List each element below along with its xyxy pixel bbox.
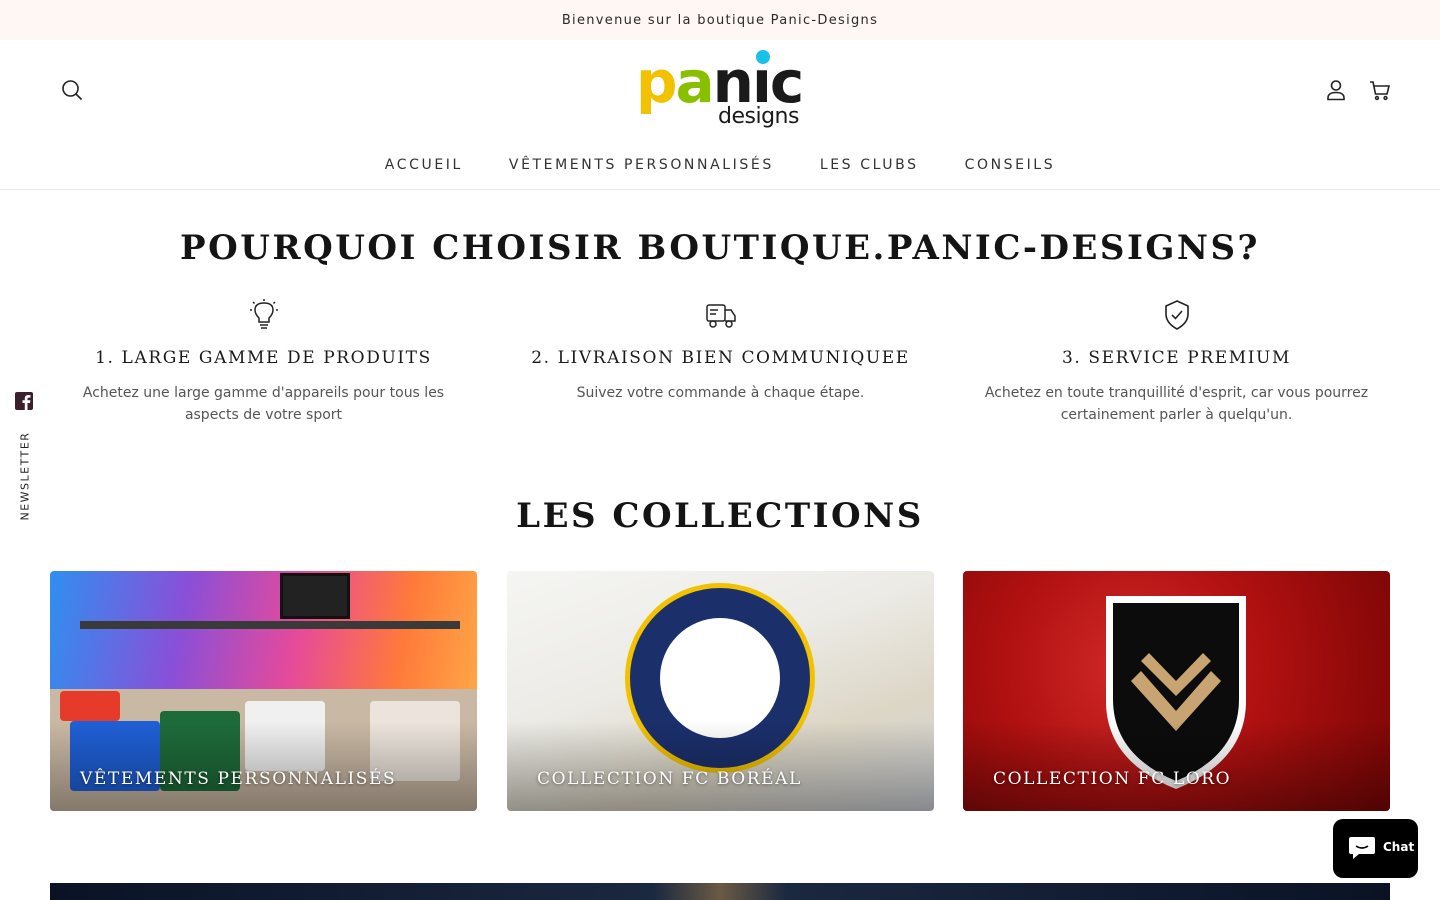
card-shade xyxy=(507,721,934,811)
newsletter-tab[interactable]: NEWSLETTER xyxy=(17,432,33,522)
lightbulb-icon xyxy=(249,299,278,329)
feature-text: Achetez une large gamme d'appareils pour… xyxy=(82,385,445,423)
card-image-shelf xyxy=(80,621,460,629)
card-image-shirt xyxy=(60,691,120,721)
facebook-icon[interactable] xyxy=(15,392,33,410)
feature-text: Achetez en toute tranquillité d'esprit, … xyxy=(984,385,1369,423)
user-icon[interactable] xyxy=(1324,78,1348,102)
hero-banner xyxy=(50,883,1390,900)
chat-label: Chat xyxy=(1383,840,1415,854)
nav-item-clubs[interactable]: LES CLUBS xyxy=(820,150,919,189)
nav-item-vetements[interactable]: VÊTEMENTS PERSONNALISÉS xyxy=(509,150,774,189)
logo-dot xyxy=(756,50,770,64)
card-image-monitor xyxy=(280,573,350,619)
site-header: panıc designs xyxy=(0,40,1440,150)
shield-check-icon xyxy=(1164,300,1189,330)
chat-bubble-icon xyxy=(1349,837,1375,859)
feature-text: Suivez votre commande à chaque étape. xyxy=(576,385,865,401)
feature-title: 2. LIVRAISON BIEN COMMUNIQUEE xyxy=(531,348,910,368)
collection-card-label: COLLECTION FC BORÉAL xyxy=(537,769,802,789)
feature-title: 1. LARGE GAMME DE PRODUITS xyxy=(95,348,432,368)
feature-service: 3. SERVICE PREMIUM Achetez en toute tran… xyxy=(963,298,1390,426)
card-shade xyxy=(963,721,1390,811)
cart-icon[interactable] xyxy=(1368,78,1392,102)
announcement-bar: Bienvenue sur la boutique Panic-Designs xyxy=(0,0,1440,40)
collection-card-loro[interactable]: COLLECTION FC LORO xyxy=(963,571,1390,811)
delivery-truck-icon xyxy=(705,304,736,328)
newsletter-label: NEWSLETTER xyxy=(18,431,32,521)
announcement-text: Bienvenue sur la boutique Panic-Designs xyxy=(561,12,879,28)
collection-card-vetements[interactable]: VÊTEMENTS PERSONNALISÉS xyxy=(50,571,477,811)
collection-card-label: COLLECTION FC LORO xyxy=(993,769,1232,789)
collection-card-label: VÊTEMENTS PERSONNALISÉS xyxy=(80,769,397,789)
site-logo[interactable]: panıc designs xyxy=(636,48,808,134)
why-title: POURQUOI CHOISIR BOUTIQUE.PANIC-DESIGNS? xyxy=(180,228,1260,268)
logo-subtitle: designs xyxy=(718,104,799,129)
feature-delivery: 2. LIVRAISON BIEN COMMUNIQUEE Suivez vot… xyxy=(507,298,934,404)
chat-button[interactable]: Chat xyxy=(1333,819,1418,878)
badge-inner xyxy=(660,618,780,738)
feature-title: 3. SERVICE PREMIUM xyxy=(1062,348,1291,368)
card-shade xyxy=(50,721,477,811)
feature-range: 1. LARGE GAMME DE PRODUITS Achetez une l… xyxy=(50,298,477,426)
nav-item-conseils[interactable]: CONSEILS xyxy=(965,150,1056,189)
main-nav: ACCUEIL VÊTEMENTS PERSONNALISÉS LES CLUB… xyxy=(0,150,1440,190)
collections-title: LES COLLECTIONS xyxy=(516,496,924,536)
search-icon[interactable] xyxy=(60,78,84,102)
nav-item-accueil[interactable]: ACCUEIL xyxy=(385,150,463,189)
logo-wordmark: panıc xyxy=(636,48,804,116)
collection-card-boreal[interactable]: COLLECTION FC BORÉAL xyxy=(507,571,934,811)
